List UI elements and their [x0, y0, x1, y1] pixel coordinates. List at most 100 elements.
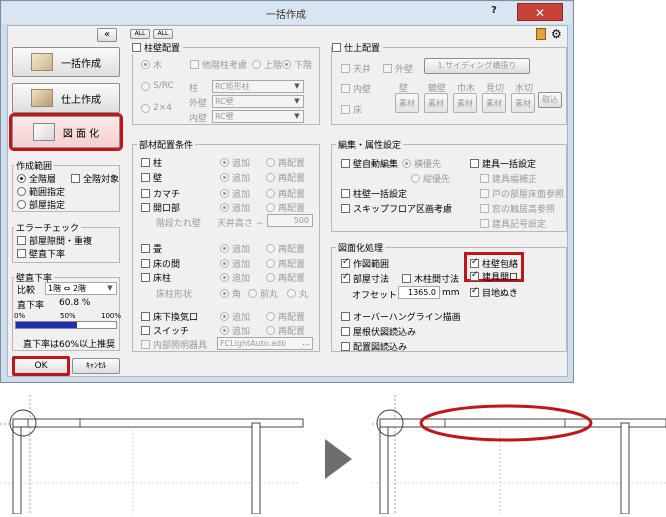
column-wall-checkbox[interactable] — [132, 43, 141, 52]
member-checkbox[interactable] — [141, 158, 150, 167]
member-replace-option[interactable]: 再配置 — [266, 271, 305, 284]
member-add-option[interactable]: 追加 — [220, 201, 250, 214]
finish-toggle[interactable]: 仕上配置 — [332, 41, 384, 54]
member-replace-radio[interactable] — [266, 189, 275, 198]
import-button[interactable]: 取込 — [538, 92, 562, 108]
material-button[interactable]: 素材 — [511, 93, 535, 113]
structure-rc-radio[interactable] — [141, 81, 150, 91]
member-checkbox[interactable] — [141, 244, 150, 253]
inner-wall-select[interactable]: RC壁 ▼ — [212, 110, 304, 123]
roof-plan-load-checkbox[interactable] — [341, 327, 350, 336]
other-floor-consider[interactable]: 他階柱考慮 — [190, 58, 247, 71]
member-replace-option[interactable]: 再配置 — [266, 324, 305, 337]
wood-pillar-dimension[interactable]: 木柱間寸法 — [402, 272, 459, 285]
fitting-bulk-checkbox[interactable] — [470, 159, 479, 168]
member-add-radio[interactable] — [220, 158, 229, 167]
member-add-radio[interactable] — [220, 189, 229, 198]
interior-lighting[interactable]: 内部照明器具 — [141, 338, 207, 351]
member-replace-option[interactable]: 再配置 — [266, 257, 305, 270]
member-replace-option[interactable]: 再配置 — [266, 187, 305, 200]
folder-icon[interactable] — [536, 28, 546, 40]
scope-all-floors-radio[interactable] — [17, 174, 26, 183]
member-add-option[interactable]: 追加 — [220, 242, 250, 255]
all-off-button[interactable]: ALL — [153, 29, 173, 39]
bulk-create-button[interactable]: 一括作成 — [12, 47, 120, 77]
shape-front-round[interactable]: 前丸 — [248, 287, 278, 300]
member-checkbox[interactable] — [141, 326, 150, 335]
horizontal-priority-radio[interactable] — [402, 159, 411, 168]
error-gap-overlap[interactable]: 部屋隙間・重複 — [17, 234, 92, 247]
cancel-button[interactable]: ｷｬﾝｾﾙ — [72, 358, 120, 374]
roof-plan-load[interactable]: 屋根伏図読込み — [341, 325, 416, 338]
finish-outer-wall[interactable]: 外壁 — [383, 62, 413, 75]
member-checkbox[interactable] — [141, 189, 150, 198]
outer-wall-select[interactable]: RC壁 ▼ — [212, 95, 304, 108]
finish-floor[interactable]: 床 — [341, 103, 362, 116]
member-replace-radio[interactable] — [266, 312, 275, 321]
member-replace-option[interactable]: 再配置 — [266, 156, 305, 169]
help-button[interactable]: ? — [487, 5, 501, 19]
scope-all-targets[interactable]: 全階対象 — [71, 172, 119, 185]
structure-2x4[interactable]: 2×4 — [141, 103, 172, 113]
finish-inner-wall[interactable]: 内壁 — [341, 82, 371, 95]
structure-wood[interactable]: 木 — [141, 58, 162, 71]
member-row[interactable]: 壁 — [141, 171, 162, 184]
compare-select[interactable]: 1階 ⇔ 2階 ▼ — [45, 282, 117, 295]
offset-field[interactable]: 1365.0 — [398, 286, 440, 299]
fitting-opening[interactable]: 建具開口 — [470, 270, 518, 283]
skip-floor[interactable]: スキップフロア区画考慮 — [341, 202, 452, 215]
overhang-line-checkbox[interactable] — [341, 312, 350, 321]
finish-floor-checkbox[interactable] — [341, 105, 350, 114]
pillar-wall-bulk-checkbox[interactable] — [341, 189, 350, 198]
material-button[interactable]: 素材 — [453, 93, 477, 113]
scope-range-radio[interactable] — [17, 187, 26, 196]
drawing-range[interactable]: 作図範囲 — [341, 257, 389, 270]
error-wall-ratio-checkbox[interactable] — [17, 249, 26, 258]
lower-floor[interactable]: 下階 — [282, 58, 312, 71]
structure-wood-radio[interactable] — [141, 60, 150, 69]
structure-2x4-radio[interactable] — [141, 103, 150, 113]
column-wall-toggle[interactable]: 柱壁配置 — [132, 41, 184, 54]
pillar-wall-envelope[interactable]: 柱壁包絡 — [470, 257, 518, 270]
member-row[interactable]: 柱 — [141, 156, 162, 169]
overhang-line[interactable]: オーバーハングライン描画 — [341, 310, 461, 323]
horizontal-priority[interactable]: 横優先 — [402, 157, 441, 170]
door-room-floor[interactable]: 戸の部屋床面参照 — [480, 187, 564, 200]
finish-inner-wall-checkbox[interactable] — [341, 84, 350, 93]
fitting-code[interactable]: 建具記号設定 — [480, 217, 546, 230]
fitting-code-checkbox[interactable] — [480, 219, 489, 228]
site-plan-load-checkbox[interactable] — [341, 342, 350, 351]
member-row[interactable]: 床の間 — [141, 257, 180, 270]
structure-rc[interactable]: S/RC — [141, 81, 174, 91]
wall-auto-edit[interactable]: 壁自動編集 — [341, 157, 398, 170]
finish-ceiling[interactable]: 天井 — [341, 62, 371, 75]
wall-auto-edit-checkbox[interactable] — [341, 159, 350, 168]
member-checkbox[interactable] — [141, 273, 150, 282]
member-replace-radio[interactable] — [266, 244, 275, 253]
joint-removal[interactable]: 目地ぬき — [470, 286, 518, 299]
member-row[interactable]: 床下換気口 — [141, 310, 198, 323]
member-add-option[interactable]: 追加 — [220, 310, 250, 323]
member-replace-radio[interactable] — [266, 173, 275, 182]
drawing-range-checkbox[interactable] — [341, 257, 350, 268]
member-add-radio[interactable] — [220, 244, 229, 253]
fitting-bulk[interactable]: 建具一括設定 — [470, 157, 536, 170]
all-on-button[interactable]: ALL — [130, 29, 150, 39]
member-checkbox[interactable] — [141, 173, 150, 182]
member-add-option[interactable]: 追加 — [220, 257, 250, 270]
scope-room-radio[interactable] — [17, 200, 26, 209]
fitting-width[interactable]: 建具幅補正 — [480, 172, 537, 185]
site-plan-load[interactable]: 配置図読込み — [341, 340, 407, 353]
gear-icon[interactable]: ⚙ — [551, 27, 562, 41]
member-add-radio[interactable] — [220, 259, 229, 268]
member-replace-radio[interactable] — [266, 273, 275, 282]
material-button[interactable]: 素材 — [482, 93, 506, 113]
ok-button[interactable]: OK — [12, 356, 70, 376]
other-floor-checkbox[interactable] — [190, 60, 199, 69]
shape-square-radio[interactable] — [220, 289, 229, 298]
window-height[interactable]: 窓の触居高参照 — [480, 202, 555, 215]
ceiling-height-field[interactable]: 500 — [267, 214, 313, 227]
shape-front-round-radio[interactable] — [248, 289, 257, 298]
member-checkbox[interactable] — [141, 312, 150, 321]
member-row[interactable]: 床柱 — [141, 271, 171, 284]
